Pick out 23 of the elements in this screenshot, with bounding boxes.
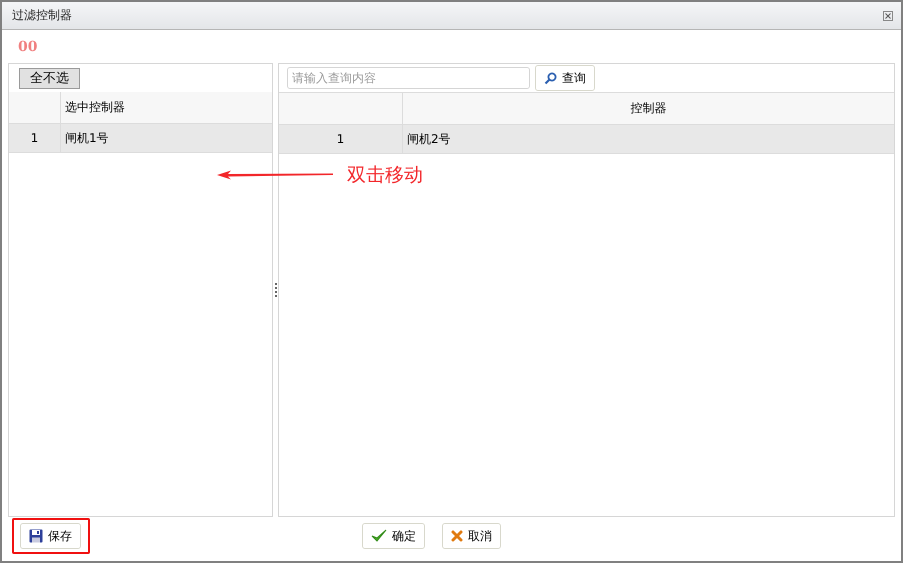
table-cell: 闸机2号 <box>402 125 894 153</box>
cross-icon <box>451 530 463 542</box>
search-field[interactable]: 请输入查询内容 <box>287 67 530 89</box>
annotation-text: 双击移动 <box>347 163 423 188</box>
window-title: 过滤控制器 <box>12 7 72 24</box>
code-label: 00 <box>18 38 38 54</box>
table-cell: 闸机1号 <box>60 124 272 152</box>
search-button[interactable]: 查询 <box>535 65 595 91</box>
table-row[interactable]: 1 闸机2号 <box>279 125 894 154</box>
checkmark-icon <box>371 529 387 543</box>
column-header: 选中控制器 <box>60 92 272 123</box>
row-number: 1 <box>30 130 40 147</box>
search-icon <box>544 72 557 84</box>
row-number: 1 <box>336 131 346 148</box>
confirm-button[interactable]: 确定 <box>362 523 425 549</box>
table-row[interactable]: 1 闸机1号 <box>9 124 272 153</box>
arrow-icon <box>217 170 333 180</box>
save-button[interactable]: 保存 <box>20 523 81 549</box>
cancel-button[interactable]: 取消 <box>442 523 501 549</box>
close-icon[interactable] <box>883 10 893 20</box>
deselect-all-button[interactable]: 全不选 <box>19 68 80 88</box>
splitter-handle-icon[interactable] <box>274 283 276 297</box>
column-header: 控制器 <box>402 93 894 124</box>
